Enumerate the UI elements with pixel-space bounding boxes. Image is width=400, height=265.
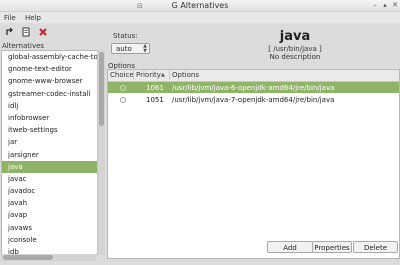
list-item[interactable]: javap: [2, 209, 97, 221]
minimize-button[interactable]: –: [370, 1, 380, 10]
properties-button[interactable]: Properties: [312, 241, 352, 253]
list-item[interactable]: gstreamer-codec-install: [2, 88, 97, 100]
choice-radio[interactable]: [120, 97, 126, 103]
refresh-icon: [6, 27, 13, 35]
list-item[interactable]: jar: [2, 136, 97, 148]
list-item[interactable]: gnome-text-editor: [2, 63, 97, 75]
list-item[interactable]: javah: [2, 197, 97, 209]
delete-tool-button[interactable]: [37, 27, 49, 39]
document-icon: [22, 27, 30, 37]
sort-ascending-icon: ▲: [161, 72, 165, 78]
alternatives-list[interactable]: global-assembly-cache-tool gnome-text-edi…: [1, 50, 98, 255]
column-choice[interactable]: Choice: [110, 71, 134, 79]
scrollbar-thumb[interactable]: [99, 52, 104, 126]
list-item[interactable]: infobrowser: [2, 112, 97, 124]
list-item[interactable]: java: [2, 160, 97, 173]
close-button[interactable]: ✕: [390, 1, 400, 10]
list-item[interactable]: global-assembly-cache-tool: [2, 51, 97, 63]
refresh-button[interactable]: [4, 27, 16, 39]
window-title: G Alternatives: [171, 1, 229, 10]
toolbar: [0, 24, 106, 41]
list-item[interactable]: javac: [2, 173, 97, 185]
status-label: Status:: [113, 32, 138, 40]
choice-radio[interactable]: [120, 85, 126, 91]
resize-grip-icon[interactable]: ⋰: [393, 258, 399, 265]
path-cell: /usr/lib/jvm/java-6-openjdk-amd64/jre/bi…: [172, 84, 335, 92]
priority-cell: 1051: [146, 96, 164, 104]
options-table-header: Choice Priority ▲ Options: [108, 70, 399, 82]
scrollbar-thumb-horizontal[interactable]: [3, 255, 53, 260]
add-button[interactable]: Add: [267, 241, 313, 253]
delete-button[interactable]: Delete: [353, 241, 398, 253]
alternative-link: [ /usr/bin/java ]: [268, 45, 322, 53]
list-item[interactable]: jarsigner: [2, 149, 97, 161]
status-select[interactable]: auto ▲ ▼: [111, 43, 150, 54]
list-horizontal-scrollbar[interactable]: [1, 254, 96, 261]
spin-arrows-icon: ▲ ▼: [143, 43, 147, 54]
title-bar: ⊟ G Alternatives – ▴ ✕: [0, 0, 400, 12]
options-row[interactable]: 1061 /usr/lib/jvm/java-6-openjdk-amd64/j…: [108, 82, 399, 93]
list-item[interactable]: javadoc: [2, 185, 97, 197]
options-row[interactable]: 1051 /usr/lib/jvm/java-7-openjdk-amd64/j…: [108, 94, 399, 105]
properties-tool-button[interactable]: [20, 27, 32, 39]
delete-icon: [39, 28, 47, 36]
options-table: Choice Priority ▲ Options 1061 /usr/lib/…: [107, 69, 400, 259]
menu-file[interactable]: File: [4, 14, 16, 22]
column-options[interactable]: Options: [172, 71, 199, 79]
priority-cell: 1061: [146, 84, 164, 92]
status-value: auto: [116, 45, 132, 53]
alternative-description: No description: [269, 53, 321, 61]
list-item[interactable]: jconsole: [2, 234, 97, 246]
list-item[interactable]: idlj: [2, 100, 97, 112]
column-separator: [133, 71, 134, 80]
path-cell: /usr/lib/jvm/java-7-openjdk-amd64/jre/bi…: [172, 96, 335, 104]
list-item[interactable]: javaws: [2, 222, 97, 234]
alternative-name: java: [279, 29, 311, 44]
column-priority[interactable]: Priority: [136, 71, 161, 79]
column-separator: [169, 71, 170, 80]
alternatives-label: Alternatives: [2, 42, 45, 50]
list-item[interactable]: itweb-settings: [2, 124, 97, 136]
list-vertical-scrollbar[interactable]: [97, 50, 105, 255]
list-item[interactable]: gnome-www-browser: [2, 75, 97, 87]
maximize-button[interactable]: ▴: [380, 1, 390, 10]
menu-help[interactable]: Help: [25, 14, 41, 22]
menu-bar: File Help: [0, 12, 400, 23]
details-pane: Status: auto ▲ ▼ java [ /usr/bin/java ] N…: [106, 23, 400, 265]
